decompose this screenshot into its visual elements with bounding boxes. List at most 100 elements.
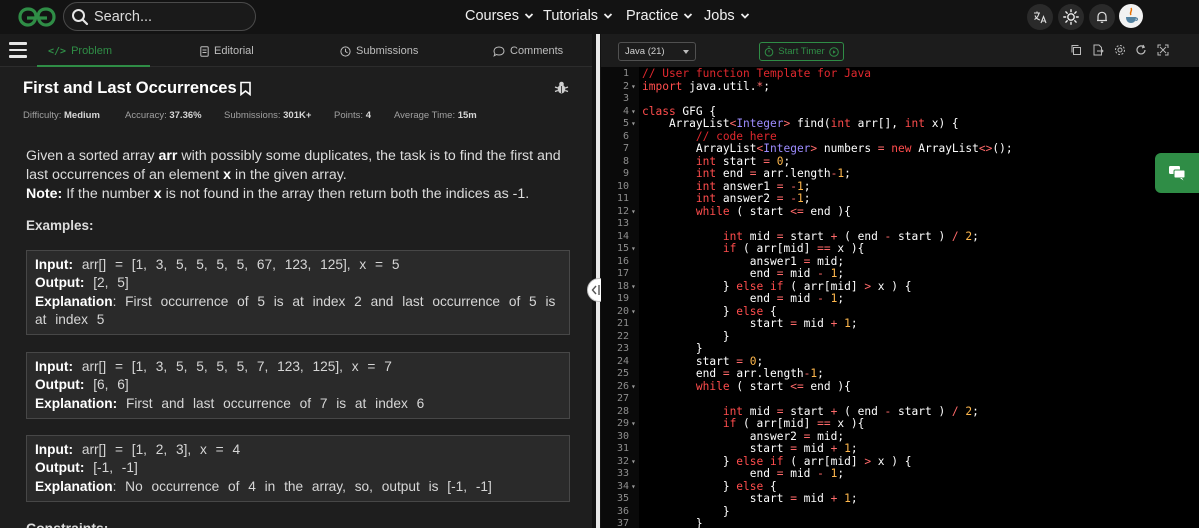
- tab-submissions[interactable]: Submissions: [340, 45, 418, 57]
- meta-accuracy: Accuracy: 37.36%: [125, 110, 202, 121]
- line-number: 25: [616, 368, 629, 379]
- line-number: 11: [616, 193, 629, 204]
- line-number: 3: [622, 93, 629, 104]
- java-icon: [1126, 7, 1139, 23]
- code-icon: </>: [48, 45, 67, 57]
- menu-icon[interactable]: [9, 42, 27, 58]
- desc-text: in the given array.: [235, 167, 347, 183]
- fold-arrow-icon[interactable]: ▾: [631, 107, 636, 116]
- translate-icon: [1034, 11, 1047, 24]
- code-editor[interactable]: 1 2 ▾ 3 4 ▾ 5 ▾ 6 7 8 9 10 11 12 ▾ 13 14 15 ▾ 16 17 18 ▾ 19 20 ▾ 21…: [601, 67, 1199, 528]
- avatar[interactable]: [1119, 4, 1143, 28]
- problem-tabs: </> Problem Editorial Submissions Commen…: [0, 34, 592, 67]
- start-timer-button[interactable]: Start Timer: [759, 42, 844, 61]
- line-number-gutter: 1 2 ▾ 3 4 ▾ 5 ▾ 6 7 8 9 10 11 12 ▾ 13 14 15 ▾ 16 17 18 ▾ 19 20 ▾ 21…: [601, 67, 639, 528]
- fold-arrow-icon[interactable]: ▾: [631, 382, 636, 391]
- menu-practice[interactable]: Practice: [626, 8, 693, 24]
- chevron-down-icon: [603, 13, 613, 19]
- input-label: Input:: [35, 257, 74, 272]
- fold-arrow-icon[interactable]: ▾: [631, 119, 636, 128]
- search-bar[interactable]: Search...: [63, 2, 256, 31]
- note-text: If the number: [66, 186, 150, 202]
- output-label: Output:: [35, 275, 85, 291]
- fold-arrow-icon[interactable]: ▾: [631, 307, 636, 316]
- file-export-icon[interactable]: [1092, 44, 1104, 56]
- meta-label: Submissions:: [224, 110, 281, 121]
- meta-points: Points: 4: [334, 110, 371, 121]
- explanation-label: Explanation: [35, 293, 113, 309]
- explanation-value: : No occurrence of 4 in the array, so, o…: [112, 478, 492, 494]
- code-line: import java.util.*;: [642, 79, 771, 93]
- copy-icon[interactable]: [1070, 44, 1082, 56]
- gfg-logo-icon[interactable]: [17, 6, 57, 28]
- code-line: while ( start <= end ){: [695, 204, 851, 218]
- output-label: Output:: [35, 377, 85, 393]
- fullscreen-icon[interactable]: [1157, 44, 1169, 56]
- explanation-label: Explanation:: [35, 395, 118, 411]
- meta-value: 301K+: [283, 110, 312, 121]
- chat-button[interactable]: [1155, 153, 1199, 193]
- fold-arrow-icon[interactable]: ▾: [631, 207, 636, 216]
- input-value: arr[] = [1, 2, 3], x = 4: [81, 442, 241, 457]
- meta-value: 15m: [457, 110, 477, 121]
- meta-value: 4: [365, 110, 371, 121]
- meta-value: 37.36%: [169, 110, 202, 121]
- line-number: 27: [616, 393, 629, 404]
- menu-courses[interactable]: Courses: [465, 8, 534, 24]
- tab-editorial[interactable]: Editorial: [200, 45, 254, 57]
- menu-courses-label: Courses: [465, 8, 519, 24]
- note-label: Note:: [26, 186, 63, 202]
- input-value: arr[] = [1, 3, 5, 5, 5, 5, 7, 123, 125],…: [81, 359, 392, 374]
- explanation-label: Explanation: [35, 478, 113, 494]
- translate-button[interactable]: [1027, 4, 1053, 30]
- line-number: 13: [616, 218, 629, 229]
- tab-comments[interactable]: Comments: [493, 45, 563, 57]
- bug-report-icon[interactable]: [554, 80, 569, 95]
- top-navbar: Search... Courses Tutorials Practice Job…: [0, 0, 1199, 34]
- problem-pane: </> Problem Editorial Submissions Commen…: [0, 34, 592, 528]
- play-circle-icon: [828, 46, 839, 57]
- menu-tutorials[interactable]: Tutorials: [543, 8, 613, 24]
- menu-jobs[interactable]: Jobs: [704, 8, 750, 24]
- clock-icon: [340, 45, 351, 57]
- constraints-heading: Constraints:: [26, 520, 109, 528]
- problem-title-text: First and Last Occurrences: [23, 79, 237, 97]
- language-select-value: Java (21): [625, 46, 665, 57]
- tab-comments-label: Comments: [510, 45, 564, 57]
- fold-arrow-icon[interactable]: ▾: [631, 482, 636, 491]
- output-label: Output:: [35, 460, 85, 476]
- fold-arrow-icon[interactable]: ▾: [631, 282, 636, 291]
- settings-icon[interactable]: [1114, 44, 1126, 56]
- notifications-button[interactable]: [1089, 4, 1115, 30]
- desc-text: Given a sorted array: [26, 148, 155, 164]
- menu-tutorials-label: Tutorials: [543, 8, 599, 24]
- tab-problem[interactable]: </> Problem: [48, 45, 112, 57]
- active-tab-indicator: [37, 65, 150, 67]
- tab-submissions-label: Submissions: [356, 45, 419, 57]
- comment-icon: [493, 45, 505, 57]
- line-number: 7: [622, 143, 629, 154]
- line-number: 9: [622, 168, 629, 179]
- input-label: Input:: [35, 442, 74, 457]
- meta-label: Accuracy:: [125, 110, 167, 121]
- bookmark-icon[interactable]: [239, 81, 252, 96]
- fold-arrow-icon[interactable]: ▾: [631, 457, 636, 466]
- line-number: 23: [616, 343, 629, 354]
- fold-arrow-icon[interactable]: ▾: [631, 419, 636, 428]
- language-select[interactable]: Java (21): [618, 42, 696, 61]
- menu-jobs-label: Jobs: [704, 8, 735, 24]
- problem-description: Given a sorted array arr with possibly s…: [26, 147, 571, 204]
- fold-arrow-icon[interactable]: ▾: [631, 244, 636, 253]
- line-number: 28: [616, 405, 629, 417]
- theme-toggle-button[interactable]: [1058, 4, 1084, 30]
- line-number: 8: [622, 155, 629, 167]
- caret-down-icon: [683, 50, 689, 54]
- chat-icon: [1169, 166, 1186, 181]
- reset-icon[interactable]: [1135, 44, 1147, 56]
- note-bold: x: [153, 186, 162, 202]
- output-value: [6, 6]: [93, 377, 129, 393]
- meta-value: Medium: [64, 110, 100, 121]
- note-text: is not found in the array then return bo…: [165, 186, 530, 202]
- output-value: [-1, -1]: [93, 460, 138, 476]
- fold-arrow-icon[interactable]: ▾: [631, 82, 636, 91]
